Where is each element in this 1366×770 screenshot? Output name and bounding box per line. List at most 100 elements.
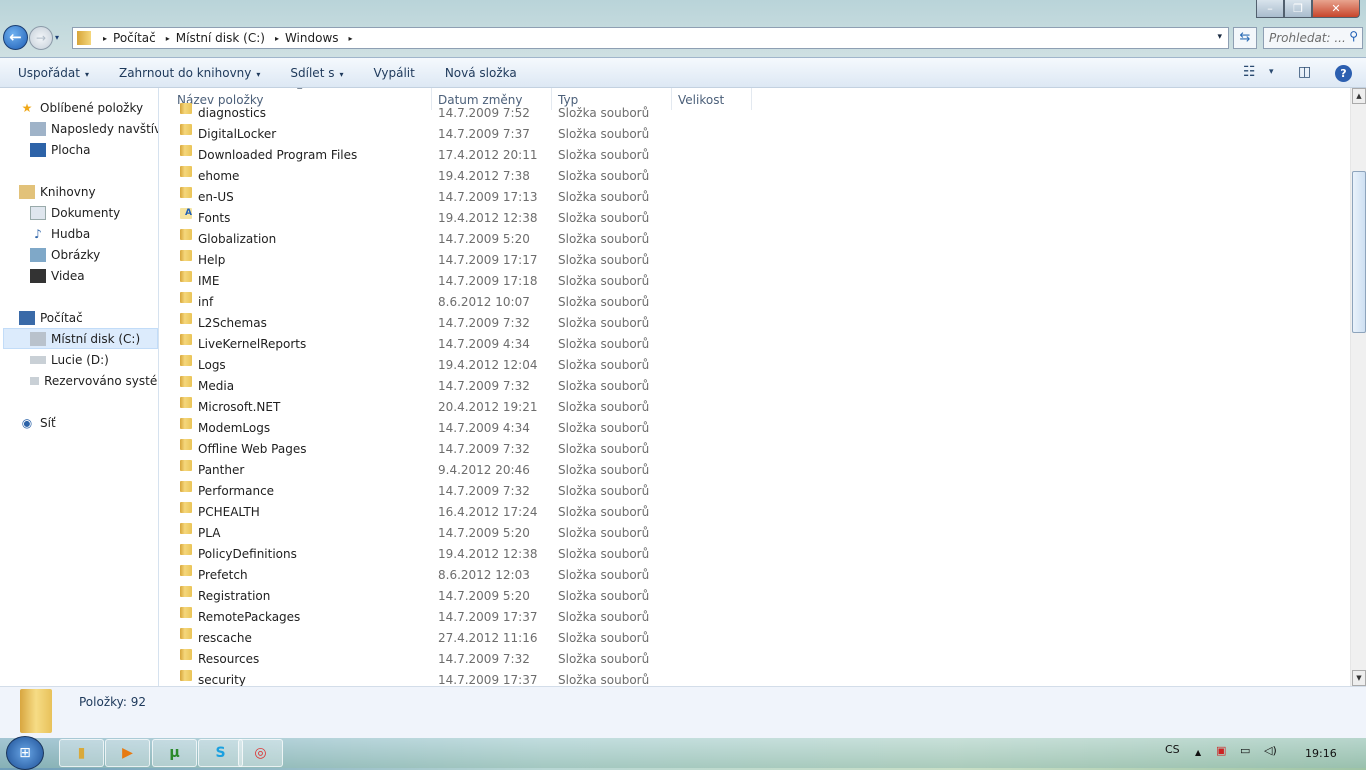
file-row[interactable]: Resources 14.7.2009 7:32 Složka souborů: [159, 649, 1349, 670]
file-row[interactable]: IME 14.7.2009 17:18 Složka souborů: [159, 271, 1349, 292]
sidebar-item-system-reserved[interactable]: Rezervováno systémem: [30, 370, 158, 391]
breadcrumb-arrow[interactable]: ▸: [103, 34, 107, 43]
folder-icon: [180, 397, 192, 408]
file-row[interactable]: Microsoft.NET 20.4.2012 19:21 Složka soubo…: [159, 397, 1349, 418]
safely-remove-icon[interactable]: ▣: [1216, 744, 1226, 757]
network-tray-icon[interactable]: ▭: [1240, 744, 1250, 757]
file-date: 19.4.2012 12:04: [438, 358, 538, 372]
sidebar-item-drive-c[interactable]: Místní disk (C:): [3, 328, 158, 349]
show-hidden-icons-button[interactable]: ▲: [1195, 748, 1201, 757]
file-row[interactable]: ModemLogs 14.7.2009 4:34 Složka souborů: [159, 418, 1349, 439]
language-indicator[interactable]: CS: [1165, 743, 1180, 756]
back-button[interactable]: ←: [3, 25, 28, 50]
file-row[interactable]: LiveKernelReports 14.7.2009 4:34 Složka so…: [159, 334, 1349, 355]
file-name: Logs: [198, 358, 226, 372]
file-row[interactable]: A Fonts 19.4.2012 12:38 Složka souborů: [159, 208, 1349, 229]
taskbar-utorrent[interactable]: µ: [152, 739, 197, 767]
sidebar-item-drive-d[interactable]: Lucie (D:): [30, 349, 158, 370]
recent-pages-dropdown[interactable]: ▾: [55, 33, 59, 42]
file-row[interactable]: inf 8.6.2012 10:07 Složka souborů: [159, 292, 1349, 313]
file-row[interactable]: Downloaded Program Files 17.4.2012 20:11 S…: [159, 145, 1349, 166]
breadcrumb-drive-c[interactable]: Místní disk (C:): [176, 31, 265, 45]
include-in-library-button[interactable]: Zahrnout do knihovny ▾: [119, 66, 260, 80]
address-dropdown[interactable]: ▾: [1217, 32, 1222, 42]
file-row[interactable]: Globalization 14.7.2009 5:20 Složka soubor…: [159, 229, 1349, 250]
file-row[interactable]: en-US 14.7.2009 17:13 Složka souborů: [159, 187, 1349, 208]
sidebar-item-pictures[interactable]: Obrázky: [30, 244, 158, 265]
help-icon[interactable]: ?: [1335, 65, 1352, 82]
file-row[interactable]: PCHEALTH 16.4.2012 17:24 Složka souborů: [159, 502, 1349, 523]
file-row[interactable]: Registration 14.7.2009 5:20 Složka souborů: [159, 586, 1349, 607]
breadcrumb-computer[interactable]: Počítač: [113, 31, 156, 45]
file-row[interactable]: ehome 19.4.2012 7:38 Složka souborů: [159, 166, 1349, 187]
sidebar-network[interactable]: ◉ Síť: [19, 412, 158, 433]
file-row[interactable]: PLA 14.7.2009 5:20 Složka souborů: [159, 523, 1349, 544]
breadcrumb-arrow[interactable]: ▸: [349, 34, 353, 43]
close-button[interactable]: ✕: [1312, 0, 1360, 18]
file-row[interactable]: Media 14.7.2009 7:32 Složka souborů: [159, 376, 1349, 397]
chrome-icon: ◎: [254, 745, 267, 761]
file-type: Složka souborů: [558, 610, 650, 624]
file-row[interactable]: security 14.7.2009 17:37 Složka souborů: [159, 670, 1349, 686]
minimize-button[interactable]: –: [1256, 0, 1284, 18]
taskbar: ⊞ ▮ ▶ µ S ◎ CS ▲ ▣ ▭ ◁) 19:16: [0, 736, 1366, 770]
sidebar-computer[interactable]: Počítač: [19, 307, 158, 328]
refresh-button[interactable]: ⇆: [1233, 27, 1257, 49]
file-name: ehome: [198, 169, 240, 183]
taskbar-explorer[interactable]: ▮: [59, 739, 104, 767]
view-details-icon[interactable]: ☷: [1243, 64, 1256, 80]
file-row[interactable]: Panther 9.4.2012 20:46 Složka souborů: [159, 460, 1349, 481]
taskbar-chrome[interactable]: ◎: [238, 739, 283, 767]
network-icon: ◉: [21, 415, 33, 430]
documents-icon: [30, 205, 46, 220]
preview-pane-icon[interactable]: ◫: [1298, 64, 1311, 80]
file-row[interactable]: PolicyDefinitions 19.4.2012 12:38 Složka s…: [159, 544, 1349, 565]
folder-icon: [180, 334, 192, 345]
volume-icon[interactable]: ◁): [1264, 744, 1277, 757]
file-type: Složka souborů: [558, 631, 650, 645]
sidebar-favorites[interactable]: ★ Oblíbené položky: [19, 97, 158, 118]
file-row[interactable]: Logs 19.4.2012 12:04 Složka souborů: [159, 355, 1349, 376]
search-input[interactable]: Prohledat: ... ⚲: [1263, 27, 1363, 49]
breadcrumb-arrow[interactable]: ▸: [166, 34, 170, 43]
address-bar[interactable]: ▸ Počítač ▸ Místní disk (C:) ▸ Windows ▸…: [72, 27, 1229, 49]
clock[interactable]: 19:16: [1305, 747, 1337, 760]
forward-button[interactable]: →: [29, 25, 53, 50]
new-folder-button[interactable]: Nová složka: [445, 66, 517, 80]
file-row[interactable]: Offline Web Pages 14.7.2009 7:32 Složka so…: [159, 439, 1349, 460]
sidebar-item-music[interactable]: ♪ Hudba: [30, 223, 158, 244]
organize-button[interactable]: Uspořádat ▾: [18, 66, 89, 80]
file-row[interactable]: DigitalLocker 14.7.2009 7:37 Složka soubor…: [159, 124, 1349, 145]
scroll-thumb[interactable]: [1352, 170, 1366, 333]
sidebar-item-recent[interactable]: Naposledy navštívené: [30, 118, 158, 139]
start-button[interactable]: ⊞: [6, 736, 44, 770]
burn-button[interactable]: Vypálit: [373, 66, 414, 80]
file-date: 14.7.2009 17:37: [438, 673, 538, 686]
sidebar-item-videos[interactable]: Videa: [30, 265, 158, 286]
file-row[interactable]: Prefetch 8.6.2012 12:03 Složka souborů: [159, 565, 1349, 586]
file-row[interactable]: diagnostics 14.7.2009 7:52 Složka souborů: [159, 103, 1349, 124]
file-row[interactable]: RemotePackages 14.7.2009 17:37 Složka soub…: [159, 607, 1349, 628]
share-with-button[interactable]: Sdílet s ▾: [290, 66, 343, 80]
sidebar-item-documents[interactable]: Dokumenty: [30, 202, 158, 223]
drive-icon: [30, 376, 40, 385]
vertical-scrollbar[interactable]: ▲ ▼: [1350, 88, 1366, 686]
file-row[interactable]: L2Schemas 14.7.2009 7:32 Složka souborů: [159, 313, 1349, 334]
sidebar-libraries[interactable]: Knihovny: [19, 181, 158, 202]
scroll-down-button[interactable]: ▼: [1352, 670, 1366, 686]
nav-buttons: ← → ▾: [3, 25, 59, 50]
file-row[interactable]: Help 14.7.2009 17:17 Složka souborů: [159, 250, 1349, 271]
file-date: 14.7.2009 4:34: [438, 337, 530, 351]
breadcrumb-windows[interactable]: Windows: [285, 31, 339, 45]
folder-icon: [180, 460, 192, 471]
file-row[interactable]: Performance 14.7.2009 7:32 Složka souborů: [159, 481, 1349, 502]
scroll-up-button[interactable]: ▲: [1352, 88, 1366, 104]
file-row[interactable]: rescache 27.4.2012 11:16 Složka souborů: [159, 628, 1349, 649]
breadcrumb-arrow[interactable]: ▸: [275, 34, 279, 43]
view-dropdown[interactable]: ▾: [1269, 67, 1274, 77]
taskbar-media-player[interactable]: ▶: [105, 739, 150, 767]
taskbar-skype[interactable]: S: [198, 739, 243, 767]
maximize-button[interactable]: ❐: [1284, 0, 1312, 18]
sidebar-item-desktop[interactable]: Plocha: [30, 139, 158, 160]
file-date: 14.7.2009 7:37: [438, 127, 530, 141]
